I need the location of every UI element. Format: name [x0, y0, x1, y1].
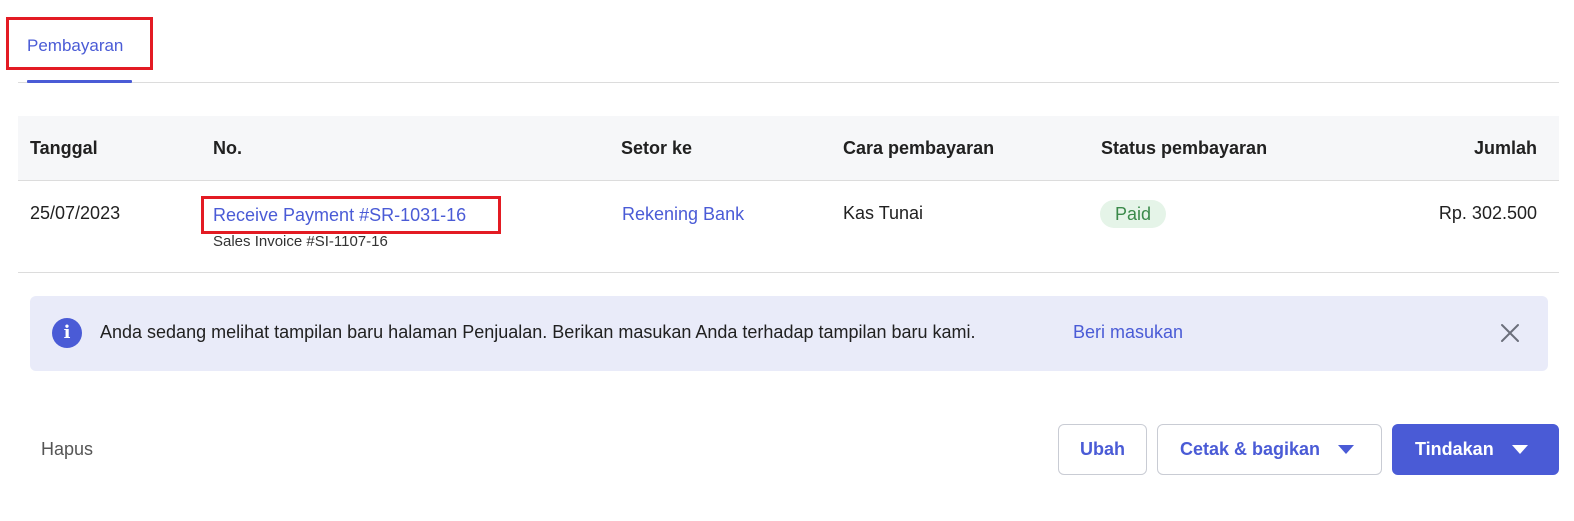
column-header-number: No. — [213, 138, 242, 158]
tab-label: Pembayaran — [27, 36, 124, 55]
tab-pembayaran[interactable]: Pembayaran — [27, 24, 132, 83]
invoice-reference: Sales Invoice #SI-1107-16 — [213, 233, 388, 250]
close-icon[interactable] — [1498, 321, 1522, 345]
row-date: 25/07/2023 — [30, 203, 121, 223]
info-icon: i — [52, 318, 82, 348]
table-row: 25/07/2023 Receive Payment #SR-1031-16 S… — [18, 181, 1559, 273]
edit-button[interactable]: Ubah — [1058, 424, 1147, 475]
payments-table: Tanggal No. Setor ke Cara pembayaran Sta… — [18, 116, 1559, 273]
chevron-down-icon — [1511, 445, 1528, 454]
feedback-link[interactable]: Beri masukan — [1073, 322, 1183, 343]
column-header-payment-method: Cara pembayaran — [843, 138, 995, 158]
payment-number-link[interactable]: Receive Payment #SR-1031-16 — [213, 205, 466, 226]
column-header-deposit-to: Setor ke — [621, 138, 693, 158]
info-banner: i Anda sedang melihat tampilan baru hala… — [30, 296, 1548, 371]
actions-label: Tindakan — [1415, 439, 1494, 459]
banner-message: Anda sedang melihat tampilan baru halama… — [100, 322, 976, 342]
delete-button[interactable]: Hapus — [41, 439, 93, 460]
edit-button-label: Ubah — [1080, 439, 1125, 459]
actions-button[interactable]: Tindakan — [1392, 424, 1559, 475]
column-header-date: Tanggal — [30, 138, 98, 158]
deposit-account-link[interactable]: Rekening Bank — [622, 204, 744, 225]
table-header: Tanggal No. Setor ke Cara pembayaran Sta… — [18, 116, 1559, 181]
chevron-down-icon — [1338, 445, 1355, 454]
payment-method: Kas Tunai — [843, 203, 924, 223]
print-share-button[interactable]: Cetak & bagikan — [1157, 424, 1382, 475]
column-header-amount: Jumlah — [1473, 138, 1537, 158]
print-share-label: Cetak & bagikan — [1180, 439, 1321, 459]
status-badge: Paid — [1100, 200, 1167, 228]
row-amount: Rp. 302.500 — [1438, 203, 1537, 223]
tab-bar: Pembayaran — [18, 0, 1559, 83]
column-header-payment-status: Status pembayaran — [1101, 138, 1268, 158]
active-tab-indicator — [27, 80, 132, 83]
